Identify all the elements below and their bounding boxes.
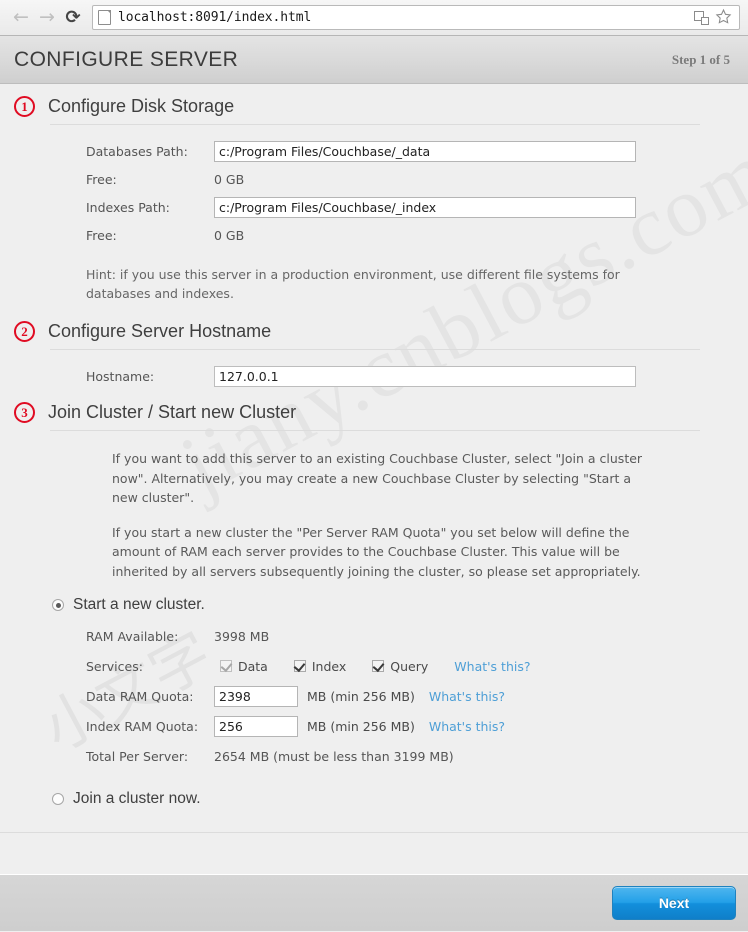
databases-path-input[interactable]	[214, 140, 636, 162]
section-header: 2 Configure Server Hostname	[0, 321, 748, 345]
databases-free-label: Free:	[86, 171, 117, 187]
databases-path-row: Databases Path:	[86, 139, 748, 163]
section-configure-server-hostname: 2 Configure Server Hostname Hostname:	[0, 321, 748, 388]
databases-path-label: Databases Path:	[86, 143, 188, 159]
section-configure-disk-storage: 1 Configure Disk Storage Databases Path:…	[0, 96, 748, 303]
page-document-icon	[98, 10, 111, 25]
next-button[interactable]: Next	[612, 886, 736, 920]
start-new-cluster-label: Start a new cluster.	[73, 596, 205, 613]
service-checkbox-query[interactable]: Query	[366, 659, 428, 674]
url-text: localhost:8091/index.html	[118, 10, 312, 25]
hostname-row: Hostname:	[86, 364, 748, 388]
section-title: Join Cluster / Start new Cluster	[48, 402, 297, 422]
translate-icon[interactable]	[694, 10, 709, 25]
data-ram-quota-label: Data RAM Quota:	[86, 688, 194, 704]
section-header: 3 Join Cluster / Start new Cluster	[0, 402, 748, 426]
hostname-label: Hostname:	[86, 368, 155, 384]
indexes-path-label: Indexes Path:	[86, 199, 170, 215]
star-icon[interactable]	[715, 8, 732, 28]
section-title: Configure Disk Storage	[48, 96, 235, 116]
indexes-free-row: Free: 0 GB	[86, 223, 748, 247]
step-indicator: Step 1 of 5	[671, 51, 730, 67]
section-header: 1 Configure Disk Storage	[0, 96, 748, 120]
data-ram-quota-unit: MB (min 256 MB)	[307, 688, 415, 704]
cluster-description-block: If you want to add this server to an exi…	[0, 431, 748, 581]
reload-icon[interactable]: ⟳	[60, 5, 86, 31]
data-ram-quota-whats-this-link[interactable]: What's this?	[429, 689, 505, 704]
total-per-server-value: 2654 MB (must be less than 3199 MB)	[214, 748, 454, 764]
databases-free-value: 0 GB	[214, 171, 245, 187]
total-per-server-label: Total Per Server:	[86, 748, 189, 764]
services-whats-this-link[interactable]: What's this?	[454, 659, 530, 674]
indexes-path-row: Indexes Path:	[86, 195, 748, 219]
cluster-paragraph-2: If you start a new cluster the "Per Serv…	[112, 524, 641, 579]
index-ram-quota-row: Index RAM Quota: MB (min 256 MB) What's …	[86, 714, 748, 738]
service-label: Index	[311, 658, 347, 674]
section-title: Configure Server Hostname	[48, 321, 272, 341]
hostname-form: Hostname:	[0, 350, 748, 388]
checkbox-icon[interactable]	[220, 660, 232, 672]
service-label: Data	[238, 658, 268, 674]
section-number-badge: 3	[14, 402, 35, 423]
back-icon[interactable]: ←	[8, 5, 34, 31]
cluster-paragraph-1: If you want to add this server to an exi…	[112, 451, 643, 505]
browser-toolbar: ← → ⟳ localhost:8091/index.html	[0, 0, 748, 36]
index-ram-quota-unit: MB (min 256 MB)	[307, 718, 415, 734]
index-ram-quota-input[interactable]	[214, 715, 298, 737]
checkbox-icon[interactable]	[372, 660, 385, 672]
page-header: CONFIGURE SERVER Step 1 of 5	[0, 36, 748, 84]
wizard-content: jiany.cnblogs.com 小文字 1 Configure Disk S…	[0, 84, 748, 874]
start-new-cluster-option[interactable]: Start a new cluster.	[52, 596, 748, 614]
ram-available-label: RAM Available:	[86, 628, 179, 644]
join-cluster-option[interactable]: Join a cluster now.	[52, 790, 748, 808]
address-bar[interactable]: localhost:8091/index.html	[92, 5, 740, 30]
disk-storage-form: Databases Path: Free: 0 GB Indexes Path:…	[0, 125, 748, 247]
index-ram-quota-label: Index RAM Quota:	[86, 718, 199, 734]
services-row: Services: Data Index Query What's this?	[86, 654, 748, 678]
indexes-path-input[interactable]	[214, 196, 636, 218]
hostname-input[interactable]	[214, 365, 636, 387]
service-label: Query	[390, 658, 429, 674]
page-title: CONFIGURE SERVER	[14, 47, 239, 71]
join-cluster-label: Join a cluster now.	[73, 790, 201, 807]
indexes-free-value: 0 GB	[214, 227, 245, 243]
section-number-badge: 2	[14, 321, 35, 342]
wizard-footer: Next	[0, 874, 748, 931]
forward-icon[interactable]: →	[34, 5, 60, 31]
data-ram-quota-row: Data RAM Quota: MB (min 256 MB) What's t…	[86, 684, 748, 708]
join-cluster-radio[interactable]	[52, 793, 64, 805]
section-number-badge: 1	[14, 96, 35, 117]
checkbox-icon[interactable]	[293, 660, 306, 672]
start-new-cluster-radio[interactable]	[52, 599, 64, 611]
index-ram-quota-whats-this-link[interactable]: What's this?	[429, 719, 505, 734]
section-join-or-start-cluster: 3 Join Cluster / Start new Cluster If yo…	[0, 402, 748, 808]
databases-free-row: Free: 0 GB	[86, 167, 748, 191]
data-ram-quota-input[interactable]	[214, 685, 298, 707]
ram-available-value: 3998 MB	[214, 628, 270, 644]
service-checkbox-data[interactable]: Data	[214, 659, 268, 674]
content-bottom-divider	[0, 832, 748, 833]
ram-available-row: RAM Available: 3998 MB	[86, 624, 748, 648]
service-checkbox-index[interactable]: Index	[288, 659, 346, 674]
services-label: Services:	[86, 658, 143, 674]
indexes-free-label: Free:	[86, 227, 117, 243]
disk-storage-hint: Hint: if you use this server in a produc…	[86, 267, 620, 301]
total-per-server-row: Total Per Server: 2654 MB (must be less …	[86, 744, 748, 768]
new-cluster-settings: RAM Available: 3998 MB Services: Data In…	[0, 616, 748, 768]
